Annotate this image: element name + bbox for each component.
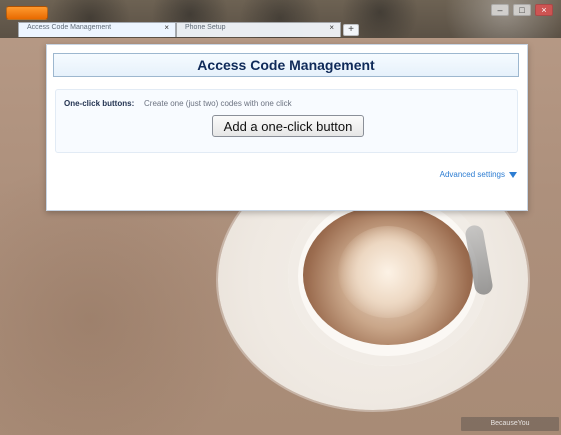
- new-tab-button[interactable]: +: [343, 24, 359, 36]
- minimize-button[interactable]: –: [491, 4, 509, 16]
- tab-phone-setup[interactable]: Phone Setup ×: [176, 22, 341, 37]
- app-menu-button[interactable]: [6, 6, 48, 20]
- maximize-button[interactable]: □: [513, 4, 531, 16]
- advanced-settings-link[interactable]: Advanced settings: [440, 170, 505, 179]
- chevron-down-icon: [509, 172, 517, 178]
- one-click-description: Create one (just two) codes with one cli…: [144, 99, 292, 108]
- screen: Access Code Management × Phone Setup × +…: [0, 0, 561, 435]
- tab-label: Access Code Management: [27, 24, 112, 31]
- one-click-section: One-click buttons: Create one (just two)…: [55, 89, 518, 153]
- advanced-settings-toggle[interactable]: Advanced settings: [440, 170, 517, 179]
- latte-art: [338, 226, 438, 318]
- close-icon[interactable]: ×: [164, 23, 169, 32]
- access-code-management-panel: Access Code Management One-click buttons…: [46, 44, 528, 211]
- browser-tab-bar: Access Code Management × Phone Setup × +…: [0, 0, 561, 38]
- close-icon[interactable]: ×: [329, 23, 334, 32]
- add-one-click-button[interactable]: Add a one-click button: [212, 115, 364, 137]
- panel-title: Access Code Management: [53, 53, 519, 77]
- watermark: BecauseYou: [461, 417, 559, 431]
- one-click-label: One-click buttons:: [64, 99, 135, 108]
- close-window-button[interactable]: ×: [535, 4, 553, 16]
- window-controls: – □ ×: [491, 4, 553, 16]
- tab-label: Phone Setup: [185, 24, 226, 31]
- plus-icon: +: [348, 24, 354, 35]
- tab-access-code-management[interactable]: Access Code Management ×: [18, 22, 176, 37]
